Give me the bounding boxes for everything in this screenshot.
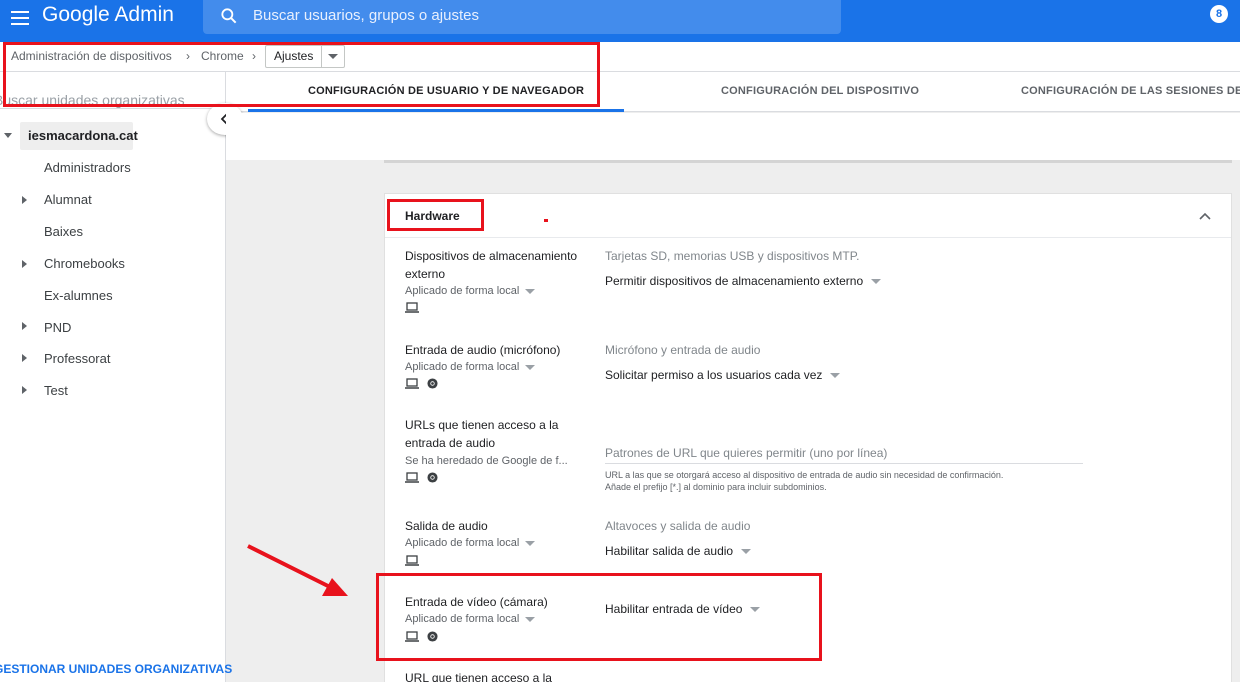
expand-caret-icon[interactable] — [22, 354, 27, 362]
setting-value: Habilitar salida de audio — [605, 544, 734, 558]
app-logo[interactable]: Google Admin — [42, 2, 174, 28]
org-unit-item[interactable]: Administradors — [44, 160, 131, 175]
annotation-box-breadcrumb — [3, 42, 600, 107]
dropdown-arrow-icon — [871, 278, 882, 284]
setting-description: Tarjetas SD, memorias USB y dispositivos… — [605, 249, 860, 263]
chevron-up-icon[interactable] — [1197, 210, 1213, 222]
setting-description: Altavoces y salida de audio — [605, 519, 751, 533]
setting-value-select[interactable]: Habilitar salida de audio — [605, 544, 752, 558]
org-unit-item[interactable]: Alumnat — [44, 192, 92, 207]
applied-label: Aplicado de forma local — [405, 285, 520, 297]
expand-caret-icon[interactable] — [22, 386, 27, 394]
dropdown-arrow-icon — [525, 288, 536, 294]
platform-icons — [405, 378, 438, 389]
tab-device-settings[interactable]: CONFIGURACIÓN DEL DISPOSITIVO — [721, 85, 919, 97]
setting-name: URLs que tienen acceso a la entrada de a… — [405, 418, 559, 450]
search-input[interactable] — [253, 0, 813, 30]
setting-name: Dispositivos de almacenamiento externo — [405, 249, 578, 281]
org-unit-item[interactable]: Test — [44, 383, 68, 398]
platform-icons — [405, 555, 419, 566]
applied-label: Aplicado de forma local — [405, 361, 520, 373]
manage-org-units-link[interactable]: GESTIONAR UNIDADES ORGANIZATIVAS — [0, 662, 232, 676]
setting-name: URL que tienen acceso a la — [405, 671, 552, 682]
expand-caret-icon[interactable] — [22, 196, 27, 204]
dropdown-arrow-icon — [525, 540, 536, 546]
divider — [0, 108, 226, 109]
dropdown-arrow-icon — [525, 364, 536, 370]
laptop-icon — [405, 302, 419, 313]
setting-value: Solicitar permiso a los usuarios cada ve… — [605, 368, 823, 382]
annotation-box-hardware — [387, 199, 484, 231]
divider — [384, 160, 1232, 163]
setting-applied-status[interactable]: Aplicado de forma local — [405, 285, 536, 297]
org-unit-item[interactable]: Professorat — [44, 351, 110, 366]
applied-label: Se ha heredado de Google de f... — [405, 455, 568, 467]
org-unit-sidebar: Buscar unidades organizativas iesmacardo… — [0, 72, 232, 682]
top-bar: Google Admin 8 — [0, 0, 1240, 42]
setting-applied-status[interactable]: Aplicado de forma local — [405, 537, 536, 549]
org-unit-item[interactable]: Chromebooks — [44, 256, 125, 271]
org-unit-item[interactable]: Ex-alumnes — [44, 288, 113, 303]
platform-icons — [405, 302, 419, 313]
section-header[interactable]: Hardware — [385, 194, 1231, 238]
org-unit-root[interactable]: iesmacardona.cat — [20, 122, 138, 150]
active-tab-indicator — [248, 109, 624, 112]
url-patterns-input[interactable] — [605, 442, 1083, 464]
expand-caret-icon[interactable] — [22, 260, 27, 268]
dropdown-arrow-icon — [830, 372, 841, 378]
expand-caret-icon[interactable] — [22, 322, 27, 330]
search-box[interactable] — [203, 0, 841, 34]
setting-applied-status[interactable]: Aplicado de forma local — [405, 361, 536, 373]
setting-name: Salida de audio — [405, 519, 488, 533]
chrome-icon — [427, 378, 438, 389]
account-avatar[interactable]: 8 — [1210, 5, 1228, 23]
annotation-arrow-icon — [247, 544, 348, 596]
annotation-mark — [544, 219, 548, 222]
setting-value-select[interactable]: Solicitar permiso a los usuarios cada ve… — [605, 368, 841, 382]
laptop-icon — [405, 555, 419, 566]
platform-icons — [405, 472, 438, 483]
org-unit-item[interactable]: Baixes — [44, 224, 83, 239]
setting-value-select[interactable]: Permitir dispositivos de almacenamiento … — [605, 274, 882, 288]
menu-icon[interactable] — [8, 6, 32, 30]
org-unit-item[interactable]: PND — [44, 320, 71, 335]
chrome-icon — [427, 472, 438, 483]
dropdown-arrow-icon — [741, 548, 752, 554]
setting-value: Permitir dispositivos de almacenamiento … — [605, 274, 864, 288]
content-header-strip — [226, 113, 1240, 160]
setting-description: Micrófono y entrada de audio — [605, 343, 761, 357]
setting-name: Entrada de audio (micrófono) — [405, 343, 561, 357]
setting-help-text: URL a las que se otorgará acceso al disp… — [605, 470, 1004, 492]
annotation-box-video-input — [376, 573, 822, 661]
applied-label: Aplicado de forma local — [405, 537, 520, 549]
expand-caret-icon[interactable] — [4, 133, 12, 138]
laptop-icon — [405, 472, 419, 483]
setting-applied-status[interactable]: Se ha heredado de Google de f... — [405, 455, 568, 467]
tab-session-settings[interactable]: CONFIGURACIÓN DE LAS SESIONES DE INT — [1021, 85, 1240, 97]
laptop-icon — [405, 378, 419, 389]
search-icon — [221, 8, 237, 24]
